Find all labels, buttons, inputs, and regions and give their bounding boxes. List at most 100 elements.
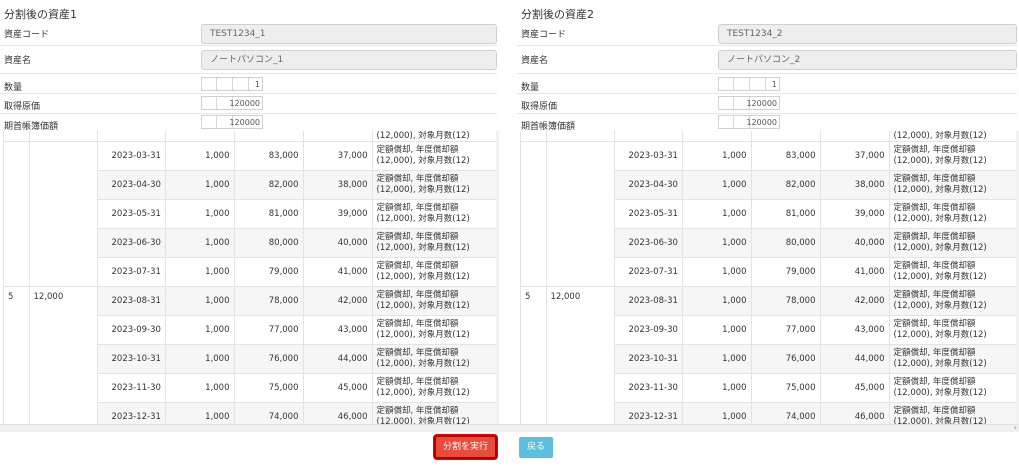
description-line-1: 定額償却, 年度償却額	[893, 145, 976, 155]
acquisition-cost-input[interactable]: 120000	[201, 96, 263, 110]
description-cell: (12,000), 対象月数(12)	[372, 131, 497, 142]
execute-split-button[interactable]: 分割を実行	[434, 435, 497, 459]
accumulated-depreciation-cell: 38,000	[303, 170, 373, 200]
back-button[interactable]: 戻る	[519, 437, 553, 458]
accumulated-depreciation-cell: 42,000	[303, 286, 373, 316]
monthly-depreciation-cell: 1,000	[165, 315, 235, 345]
monthly-depreciation-cell: 1,000	[165, 199, 235, 229]
monthly-depreciation-cell: 1,000	[165, 286, 235, 316]
asset-code-field[interactable]: TEST1234_1	[201, 24, 497, 44]
date-cell: 2023-12-31	[97, 402, 166, 426]
description-cell: 定額償却, 年度償却額 (12,000), 対象月数(12)	[889, 170, 1017, 200]
quantity-input[interactable]: 1	[201, 77, 263, 91]
monthly-depreciation-cell: 1,000	[682, 199, 752, 229]
asset-code-field[interactable]: TEST1234_2	[718, 24, 1017, 44]
monthly-depreciation-cell: 1,000	[682, 141, 752, 171]
description-line-1: 定額償却, 年度償却額	[376, 406, 459, 416]
quantity-label: 数量	[4, 83, 23, 93]
description-cell: 定額償却, 年度償却額 (12,000), 対象月数(12)	[889, 141, 1017, 171]
acquisition-cost-input[interactable]: 120000	[718, 96, 780, 110]
description-cell: 定額償却, 年度償却額 (12,000), 対象月数(12)	[372, 141, 497, 171]
table-row: (12,000), 対象月数(12)	[4, 131, 497, 142]
monthly-depreciation-cell: 1,000	[682, 402, 752, 426]
accumulated-depreciation-cell: 37,000	[820, 141, 890, 171]
description-cell: 定額償却, 年度償却額 (12,000), 対象月数(12)	[372, 228, 497, 258]
scroll-right-icon[interactable]: ›	[1014, 423, 1017, 432]
monthly-depreciation-cell: 1,000	[682, 257, 752, 287]
table-row: 5 12,000 2023-08-31 1,000 78,000 42,000 定額償却, …	[4, 286, 497, 426]
book-value-cell: 76,000	[751, 344, 821, 374]
description-line-2: (12,000), 対象月数(12)	[376, 156, 470, 166]
panel-title: 分割後の資産2	[521, 8, 594, 21]
book-value-cell: 82,000	[751, 170, 821, 200]
book-value-cell: 75,000	[751, 373, 821, 403]
description-line-1: 定額償却, 年度償却額	[376, 203, 459, 213]
date-cell: 2023-08-31	[97, 286, 166, 316]
description-line-2: (12,000), 対象月数(12)	[376, 388, 470, 398]
depreciation-schedule-table[interactable]: (12,000), 対象月数(12) 2023-03-31 1,000 83,000 3…	[3, 131, 497, 426]
panel-title: 分割後の資産1	[4, 8, 77, 21]
accumulated-depreciation-cell: 46,000	[820, 402, 890, 426]
description-line-2: (12,000), 対象月数(12)	[893, 301, 987, 311]
opening-book-value-row: 期首帳簿価額 120000	[0, 114, 497, 132]
accumulated-depreciation-cell: 41,000	[820, 257, 890, 287]
description-line-2: (12,000), 対象月数(12)	[376, 185, 470, 195]
book-value-cell: 83,000	[751, 141, 821, 171]
asset-code-row: 資産コード TEST1234_1	[0, 22, 497, 46]
monthly-depreciation-cell: 1,000	[165, 373, 235, 403]
description-line-1: 定額償却, 年度償却額	[376, 145, 459, 155]
split-asset-panel-1: 分割後の資産1 資産コード TEST1234_1 資産名 ノートパソコン_1 数…	[0, 0, 499, 426]
book-value-cell: 75,000	[234, 373, 304, 403]
description-line-1: 定額償却, 年度償却額	[376, 348, 459, 358]
asset-name-field[interactable]: ノートパソコン_1	[201, 50, 497, 70]
date-cell: 2023-05-31	[614, 199, 683, 229]
description-line-2: (12,000), 対象月数(12)	[376, 359, 470, 369]
date-cell: 2023-04-30	[97, 170, 166, 200]
description-line-2: (12,000), 対象月数(12)	[376, 243, 470, 253]
description-line-1: 定額償却, 年度償却額	[893, 174, 976, 184]
date-cell: 2023-11-30	[97, 373, 166, 403]
accumulated-depreciation-cell: 39,000	[303, 199, 373, 229]
description-cell: 定額償却, 年度償却額 (12,000), 対象月数(12)	[372, 257, 497, 287]
quantity-value: 1	[771, 80, 777, 89]
asset-code-label: 資産コード	[521, 30, 567, 40]
asset-name-field[interactable]: ノートパソコン_2	[718, 50, 1017, 70]
monthly-depreciation-cell: 1,000	[165, 257, 235, 287]
description-cell: 定額償却, 年度償却額 (12,000), 対象月数(12)	[889, 315, 1017, 345]
horizontal-scrollbar[interactable]: ›	[0, 423, 1019, 432]
accumulated-depreciation-cell: 44,000	[820, 344, 890, 374]
book-value-cell: 79,000	[751, 257, 821, 287]
annual-amount-cell: 12,000	[546, 286, 615, 426]
monthly-depreciation-cell: 1,000	[682, 228, 752, 258]
vertical-scrollbar[interactable]	[496, 131, 499, 426]
depreciation-schedule-table[interactable]: (12,000), 対象月数(12) 2023-03-31 1,000 83,000 3…	[520, 131, 1017, 426]
asset-code-row: 資産コード TEST1234_2	[517, 22, 1017, 46]
asset-name-label: 資産名	[521, 56, 549, 66]
period-cell: 5	[521, 286, 547, 426]
book-value-cell: 81,000	[234, 199, 304, 229]
description-cell: 定額償却, 年度償却額 (12,000), 対象月数(12)	[889, 199, 1017, 229]
description-line-1: 定額償却, 年度償却額	[893, 290, 976, 300]
accumulated-depreciation-cell: 43,000	[303, 315, 373, 345]
date-cell: 2023-07-31	[614, 257, 683, 287]
accumulated-depreciation-cell: 42,000	[820, 286, 890, 316]
description-cell: 定額償却, 年度償却額 (12,000), 対象月数(12)	[889, 286, 1017, 316]
period-cell	[4, 141, 30, 287]
accumulated-depreciation-cell: 45,000	[303, 373, 373, 403]
description-line-2: (12,000), 対象月数(12)	[376, 272, 470, 282]
accumulated-depreciation-cell: 41,000	[303, 257, 373, 287]
description-line-1: 定額償却, 年度償却額	[893, 406, 976, 416]
quantity-row: 数量 1	[517, 74, 1017, 94]
date-cell: 2023-07-31	[97, 257, 166, 287]
description-line-1: 定額償却, 年度償却額	[893, 261, 976, 271]
asset-code-label: 資産コード	[4, 30, 50, 40]
description-line-2: (12,000), 対象月数(12)	[376, 301, 470, 311]
date-cell: 2023-11-30	[614, 373, 683, 403]
description-line-1: 定額償却, 年度償却額	[376, 174, 459, 184]
book-value-cell: 74,000	[234, 402, 304, 426]
opening-book-value-input[interactable]: 120000	[718, 115, 780, 129]
opening-book-value-input[interactable]: 120000	[201, 115, 263, 129]
quantity-input[interactable]: 1	[718, 77, 780, 91]
book-value-cell: 76,000	[234, 344, 304, 374]
date-cell: 2023-06-30	[97, 228, 166, 258]
